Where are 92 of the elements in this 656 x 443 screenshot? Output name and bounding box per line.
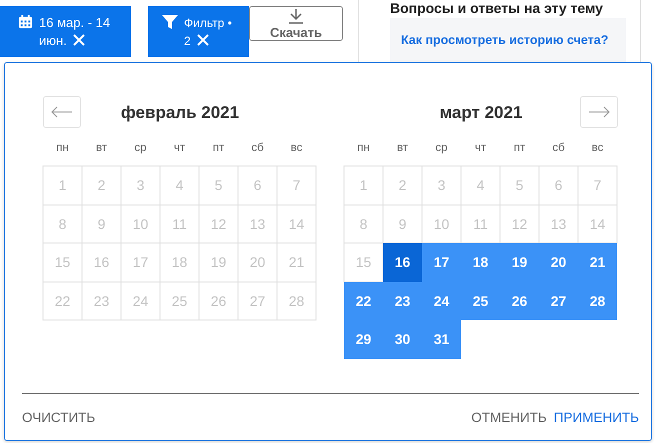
apply-button[interactable]: ПРИМЕНИТЬ bbox=[554, 410, 639, 424]
calendar-day: 14 bbox=[578, 204, 617, 243]
close-icon[interactable] bbox=[72, 34, 85, 46]
weekday-label: пн bbox=[356, 141, 371, 156]
arrow-left-icon bbox=[51, 106, 73, 118]
filter-icon bbox=[162, 14, 178, 30]
range-day[interactable]: 25 bbox=[461, 282, 500, 320]
range-day[interactable]: 21 bbox=[578, 243, 617, 282]
range-day[interactable]: 23 bbox=[383, 282, 422, 320]
help-title: Вопросы и ответы на эту тему bbox=[390, 0, 604, 16]
calendar-day: 2 bbox=[82, 166, 121, 204]
calendar-day: 7 bbox=[578, 166, 617, 204]
weekday-label: пт bbox=[212, 141, 226, 156]
cancel-button[interactable]: ОТМЕНИТЬ bbox=[471, 410, 547, 424]
calendar-day: 13 bbox=[238, 204, 277, 243]
calendar-day: 7 bbox=[277, 166, 316, 204]
calendar-day: 1 bbox=[43, 166, 82, 204]
calendar-day: 28 bbox=[277, 282, 316, 320]
weekday-label: вс bbox=[590, 141, 604, 156]
calendar-day: 3 bbox=[121, 166, 160, 204]
calendar-day: 4 bbox=[160, 166, 199, 204]
filter-chip[interactable]: Фильтр • 2 bbox=[148, 6, 249, 57]
next-month-button[interactable] bbox=[580, 96, 618, 128]
range-day[interactable]: 31 bbox=[422, 320, 461, 358]
calendar-day: 26 bbox=[199, 282, 238, 320]
calendar-day: 6 bbox=[238, 166, 277, 204]
calendar-day: 24 bbox=[121, 282, 160, 320]
close-icon[interactable] bbox=[196, 34, 209, 46]
range-day[interactable]: 26 bbox=[500, 282, 539, 320]
calendar-day: 12 bbox=[500, 204, 539, 243]
calendar-day: 21 bbox=[277, 243, 316, 282]
calendar-day: 6 bbox=[539, 166, 578, 204]
calendar-day: 1 bbox=[344, 166, 383, 204]
calendar-day: 3 bbox=[422, 166, 461, 204]
range-day[interactable]: 27 bbox=[539, 282, 578, 320]
month-title: февраль 2021 bbox=[120, 102, 240, 122]
calendar-day: 20 bbox=[238, 243, 277, 282]
previous-month-button[interactable] bbox=[43, 96, 81, 128]
calendar-day: 23 bbox=[82, 282, 121, 320]
download-button[interactable]: Скачать bbox=[249, 6, 343, 41]
calendar-day: 9 bbox=[383, 204, 422, 243]
weekday-label: ср bbox=[434, 141, 449, 156]
arrow-right-icon bbox=[588, 106, 610, 118]
calendar-day: 11 bbox=[461, 204, 500, 243]
weekday-label: сб bbox=[551, 141, 566, 156]
calendar-day: 17 bbox=[121, 243, 160, 282]
calendar-day: 18 bbox=[160, 243, 199, 282]
range-day[interactable]: 29 bbox=[344, 320, 383, 358]
calendar-day: 25 bbox=[160, 282, 199, 320]
calendar-day: 16 bbox=[82, 243, 121, 282]
clear-button[interactable]: ОЧИСТИТЬ bbox=[22, 410, 96, 424]
weekday-label: пн bbox=[55, 141, 70, 156]
calendar-day: 14 bbox=[277, 204, 316, 243]
calendar-day: 15 bbox=[43, 243, 82, 282]
calendar-icon bbox=[18, 14, 33, 29]
calendar-day: 13 bbox=[539, 204, 578, 243]
weekday-label: вт bbox=[396, 141, 410, 156]
weekday-label: сб bbox=[250, 141, 265, 156]
calendar-day: 22 bbox=[43, 282, 82, 320]
range-day[interactable]: 17 bbox=[422, 243, 461, 282]
range-day[interactable]: 19 bbox=[500, 243, 539, 282]
month-title: март 2021 bbox=[440, 102, 522, 122]
calendar-day: 8 bbox=[344, 204, 383, 243]
weekday-label: ср bbox=[133, 141, 148, 156]
calendar-day: 19 bbox=[199, 243, 238, 282]
range-day[interactable]: 18 bbox=[461, 243, 500, 282]
date-range-chip[interactable]: 16 мар. - 14 июн. bbox=[0, 6, 131, 57]
calendar-day: 10 bbox=[422, 204, 461, 243]
weekday-label: вс bbox=[290, 141, 304, 156]
calendar-day: 11 bbox=[160, 204, 199, 243]
weekday-label: чт bbox=[474, 141, 488, 156]
weekday-label: вт bbox=[94, 141, 108, 156]
calendar-day: 9 bbox=[82, 204, 121, 243]
range-day[interactable]: 22 bbox=[344, 282, 383, 320]
help-link[interactable]: Как просмотреть историю счета? bbox=[401, 33, 608, 47]
weekday-label: чт bbox=[172, 141, 186, 156]
selected-day[interactable]: 16 bbox=[383, 243, 422, 282]
calendar-day: 27 bbox=[238, 282, 277, 320]
calendar-day: 8 bbox=[43, 204, 82, 243]
calendar-day: 5 bbox=[500, 166, 539, 204]
range-day[interactable]: 28 bbox=[578, 282, 617, 320]
calendar-day: 15 bbox=[344, 243, 383, 282]
range-day[interactable]: 30 bbox=[383, 320, 422, 358]
range-day[interactable]: 20 bbox=[539, 243, 578, 282]
calendar-day: 5 bbox=[199, 166, 238, 204]
download-icon bbox=[288, 8, 304, 24]
calendar-day: 2 bbox=[383, 166, 422, 204]
range-day[interactable]: 24 bbox=[422, 282, 461, 320]
calendar-day: 10 bbox=[121, 204, 160, 243]
calendar-day: 12 bbox=[199, 204, 238, 243]
weekday-label: пт bbox=[512, 141, 526, 156]
calendar-day: 4 bbox=[461, 166, 500, 204]
